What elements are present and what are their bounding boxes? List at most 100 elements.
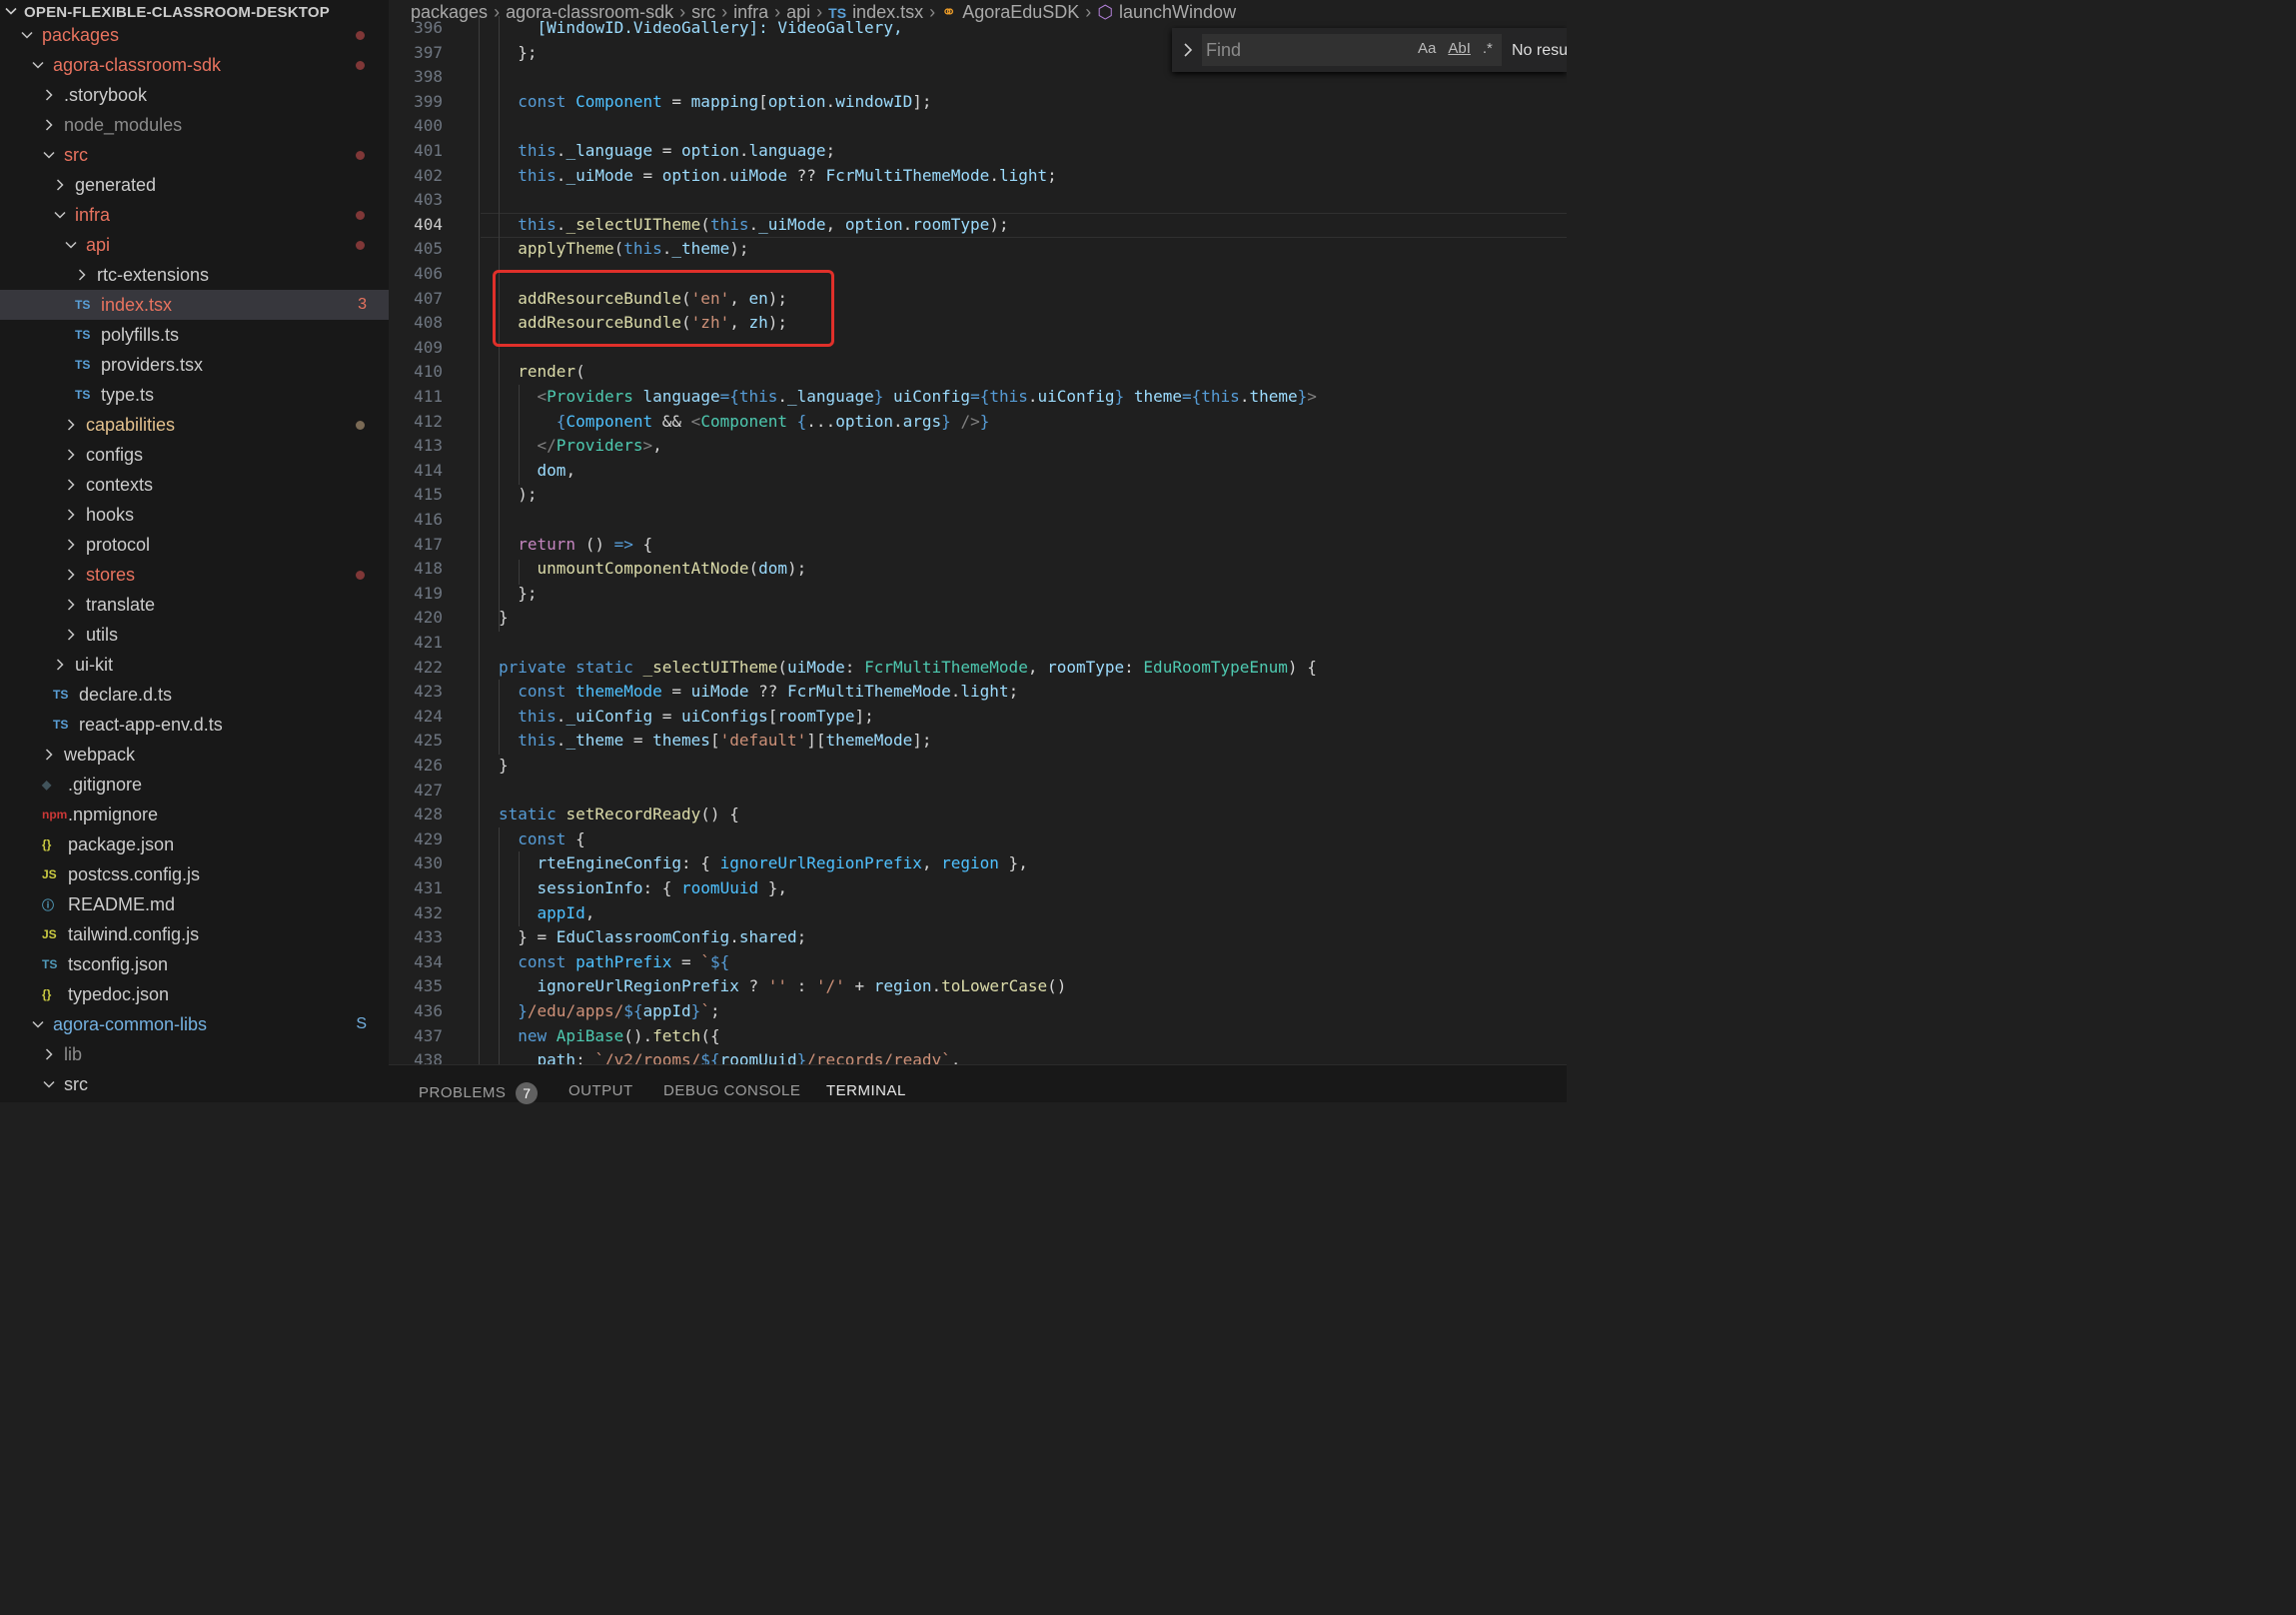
tree-item--storybook[interactable]: .storybook xyxy=(0,80,389,110)
code-line[interactable]: 405 applyTheme(this._theme); xyxy=(389,237,1567,262)
tree-item-protocol[interactable]: protocol xyxy=(0,530,389,560)
code-line[interactable]: 402 this._uiMode = option.uiMode ?? FcrM… xyxy=(389,164,1567,189)
tree-item-webpack[interactable]: webpack xyxy=(0,740,389,770)
tree-item-readme-md[interactable]: ⓘ README.md xyxy=(0,889,389,919)
code-line[interactable]: 437 new ApiBase().fetch({ xyxy=(389,1024,1567,1049)
code-line[interactable]: 401 this._language = option.language; xyxy=(389,139,1567,164)
tab-output[interactable]: OUTPUT xyxy=(569,1082,633,1099)
regex-toggle[interactable]: .* xyxy=(1483,40,1493,57)
code-line[interactable]: 426} xyxy=(389,754,1567,779)
tree-item-infra[interactable]: infra xyxy=(0,200,389,230)
tree-item-postcss-config-js[interactable]: JS postcss.config.js xyxy=(0,859,389,889)
code-line[interactable]: 432 appId, xyxy=(389,901,1567,926)
code-line[interactable]: 433 } = EduClassroomConfig.shared; xyxy=(389,925,1567,950)
chevron-right-icon[interactable] xyxy=(64,508,78,522)
code-line[interactable]: 413 </Providers>, xyxy=(389,434,1567,459)
code-line[interactable]: 429 const { xyxy=(389,827,1567,852)
code-line[interactable]: 427 xyxy=(389,779,1567,804)
tree-item-stores[interactable]: stores xyxy=(0,560,389,590)
code-line[interactable]: 417 return () => { xyxy=(389,533,1567,558)
code-line[interactable]: 425 this._theme = themes['default'][them… xyxy=(389,729,1567,754)
code-editor[interactable]: packages › agora-classroom-sdk › src › infra › a… xyxy=(389,0,1567,1064)
tab-debug-console[interactable]: DEBUG CONSOLE xyxy=(663,1082,800,1099)
tab-terminal[interactable]: TERMINAL xyxy=(826,1082,906,1099)
code-line[interactable]: 436 }/edu/apps/${appId}`; xyxy=(389,999,1567,1024)
tree-item-type-ts[interactable]: TS type.ts xyxy=(0,380,389,410)
tree-item-polyfills-ts[interactable]: TS polyfills.ts xyxy=(0,320,389,350)
chevron-right-icon[interactable] xyxy=(64,628,78,642)
tree-item-contexts[interactable]: contexts xyxy=(0,470,389,500)
tree-item-src[interactable]: src xyxy=(0,1069,389,1099)
tree-item-configs[interactable]: configs xyxy=(0,440,389,470)
code-line[interactable]: 434 const pathPrefix = `${ xyxy=(389,950,1567,975)
tree-item-api[interactable]: api xyxy=(0,230,389,260)
tree-item-providers-tsx[interactable]: TS providers.tsx xyxy=(0,350,389,380)
tree-item-typedoc-json[interactable]: {} typedoc.json xyxy=(0,979,389,1009)
code-line[interactable]: 403 xyxy=(389,188,1567,213)
chevron-down-icon[interactable] xyxy=(64,238,78,252)
tree-item-utils[interactable]: utils xyxy=(0,620,389,650)
code-line[interactable]: 420} xyxy=(389,606,1567,631)
tree-item-agora-common-libs[interactable]: agora-common-libs S xyxy=(0,1009,389,1039)
chevron-right-icon[interactable] xyxy=(64,598,78,612)
code-line[interactable]: 410 render( xyxy=(389,360,1567,385)
tree-item-declare-d-ts[interactable]: TS declare.d.ts xyxy=(0,680,389,710)
chevron-right-icon[interactable] xyxy=(64,418,78,432)
code-line[interactable]: 399 const Component = mapping[option.win… xyxy=(389,90,1567,115)
code-line[interactable]: 428 static setRecordReady() { xyxy=(389,803,1567,827)
code-line[interactable]: 419 }; xyxy=(389,582,1567,607)
chevron-down-icon[interactable] xyxy=(31,1017,45,1031)
chevron-down-icon[interactable] xyxy=(53,208,67,222)
tree-item-packages[interactable]: packages xyxy=(0,20,389,50)
code-line[interactable]: 411 <Providers language={this._language}… xyxy=(389,385,1567,410)
code-line[interactable]: 431 sessionInfo: { roomUuid }, xyxy=(389,876,1567,901)
code-line[interactable]: 415 ); xyxy=(389,483,1567,508)
code-line[interactable]: 404 this._selectUITheme(this._uiMode, op… xyxy=(389,213,1567,238)
chevron-right-icon[interactable] xyxy=(1182,42,1194,63)
tree-item-generated[interactable]: generated xyxy=(0,170,389,200)
chevron-right-icon[interactable] xyxy=(64,448,78,462)
chevron-down-icon[interactable] xyxy=(42,148,56,162)
chevron-right-icon[interactable] xyxy=(75,268,89,282)
code-line[interactable]: 424 this._uiConfig = uiConfigs[roomType]… xyxy=(389,705,1567,730)
code-line[interactable]: 412 {Component && <Component {...option.… xyxy=(389,410,1567,435)
chevron-down-icon[interactable] xyxy=(31,58,45,72)
code-line[interactable]: 421 xyxy=(389,631,1567,656)
tree-item--gitignore[interactable]: ◆ .gitignore xyxy=(0,770,389,800)
code-line[interactable]: 430 rteEngineConfig: { ignoreUrlRegionPr… xyxy=(389,851,1567,876)
tree-item-tsconfig-json[interactable]: TS tsconfig.json xyxy=(0,949,389,979)
chevron-right-icon[interactable] xyxy=(42,1047,56,1061)
code-line[interactable]: 400 xyxy=(389,114,1567,139)
tree-item-rtc-extensions[interactable]: rtc-extensions xyxy=(0,260,389,290)
chevron-right-icon[interactable] xyxy=(64,478,78,492)
chevron-down-icon[interactable] xyxy=(42,1077,56,1091)
tree-item-src[interactable]: src xyxy=(0,140,389,170)
tree-item--npmignore[interactable]: npm .npmignore xyxy=(0,800,389,829)
code-line[interactable]: 414 dom, xyxy=(389,459,1567,484)
tree-item-translate[interactable]: translate xyxy=(0,590,389,620)
tree-item-ui-kit[interactable]: ui-kit xyxy=(0,650,389,680)
tree-item-agora-classroom-sdk[interactable]: agora-classroom-sdk xyxy=(0,50,389,80)
code-line[interactable]: 422 private static _selectUITheme(uiMode:… xyxy=(389,656,1567,681)
chevron-right-icon[interactable] xyxy=(64,568,78,582)
code-line[interactable]: 418 unmountComponentAtNode(dom); xyxy=(389,557,1567,582)
match-case-toggle[interactable]: Aa xyxy=(1418,40,1436,57)
code-line[interactable]: 435 ignoreUrlRegionPrefix ? '' : '/' + r… xyxy=(389,974,1567,999)
tree-item-node-modules[interactable]: node_modules xyxy=(0,110,389,140)
tree-item-lib[interactable]: lib xyxy=(0,1039,389,1069)
tree-item-package-json[interactable]: {} package.json xyxy=(0,829,389,859)
code-line[interactable]: 416 xyxy=(389,508,1567,533)
tree-item-capabilities[interactable]: capabilities xyxy=(0,410,389,440)
tree-item-hooks[interactable]: hooks xyxy=(0,500,389,530)
chevron-right-icon[interactable] xyxy=(53,658,67,672)
whole-word-toggle[interactable]: AbI xyxy=(1448,40,1471,57)
tree-item-react-app-env-d-ts[interactable]: TS react-app-env.d.ts xyxy=(0,710,389,740)
chevron-right-icon[interactable] xyxy=(64,538,78,552)
chevron-right-icon[interactable] xyxy=(53,178,67,192)
tree-item-tailwind-config-js[interactable]: JS tailwind.config.js xyxy=(0,919,389,949)
tab-problems[interactable]: PROBLEMS 7 xyxy=(419,1082,539,1104)
tree-item-index-tsx[interactable]: TS index.tsx 3 xyxy=(0,290,389,320)
code-line[interactable]: 423 const themeMode = uiMode ?? FcrMulti… xyxy=(389,680,1567,705)
chevron-right-icon[interactable] xyxy=(42,748,56,762)
chevron-down-icon[interactable] xyxy=(20,28,34,42)
